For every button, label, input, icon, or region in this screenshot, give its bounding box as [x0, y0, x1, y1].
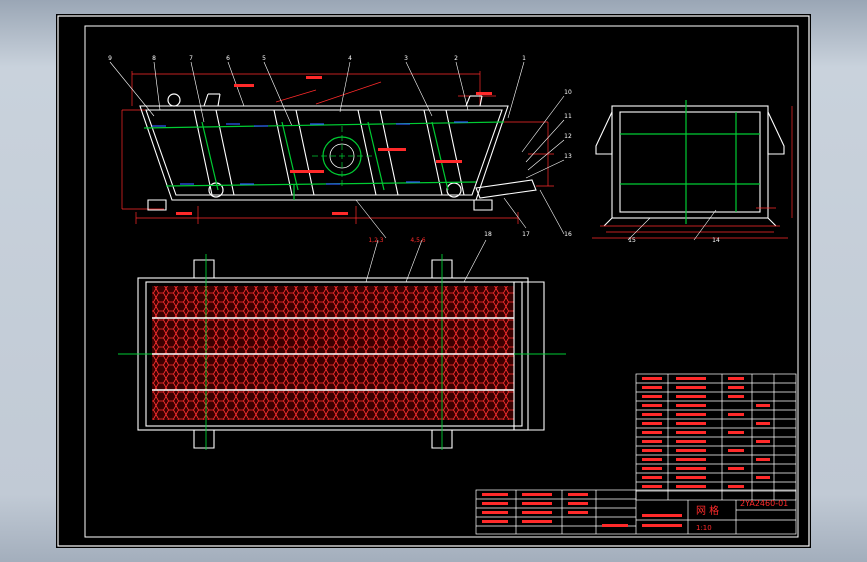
- part-callout-8: 8: [152, 55, 156, 62]
- part-callout-17: 17: [522, 231, 530, 238]
- part-callout-3: 3: [404, 55, 408, 62]
- title-block-text-marks: [482, 493, 682, 527]
- part-callout-16: 16: [564, 231, 572, 238]
- part-callout-14: 14: [712, 237, 720, 244]
- assembly-drawing: 网 格 2YA2460-01 1:10 9 8 7 6 5 4 3 2 1 10 11 12 13 14 1…: [57, 15, 810, 547]
- cad-viewport: 网 格 2YA2460-01 1:10 9 8 7 6 5 4 3 2 1 10 11 12 13 14 1…: [0, 0, 867, 562]
- part-callout-11: 11: [564, 113, 572, 120]
- part-callout-18: 18: [484, 231, 492, 238]
- section-callout-2: 4,5,6: [410, 237, 425, 244]
- plan-view: [118, 239, 566, 450]
- title-block-part-name: 网 格: [696, 504, 719, 517]
- part-callout-1: 1: [522, 55, 526, 62]
- part-callout-6: 6: [226, 55, 230, 62]
- section-callout-1: 1,2,3: [368, 237, 383, 244]
- title-block-drawing-number: 2YA2460-01: [740, 499, 788, 508]
- part-callout-15: 15: [628, 237, 636, 244]
- drawing-sheet[interactable]: 网 格 2YA2460-01 1:10 9 8 7 6 5 4 3 2 1 10 11 12 13 14 1…: [56, 14, 811, 548]
- part-callout-5: 5: [262, 55, 266, 62]
- part-callouts: 9 8 7 6 5 4 3 2 1 10 11 12 13 14 15 16 17 18 1,2,3 4,5,6: [108, 55, 720, 244]
- part-callout-9: 9: [108, 55, 112, 62]
- part-callout-12: 12: [564, 133, 572, 140]
- parts-list-text-marks: [642, 377, 770, 488]
- part-callout-2: 2: [454, 55, 458, 62]
- part-callout-4: 4: [348, 55, 352, 62]
- part-callout-10: 10: [564, 89, 572, 96]
- title-block-scale: 1:10: [696, 524, 712, 532]
- part-callout-13: 13: [564, 153, 572, 160]
- parts-list-table: [635, 373, 797, 501]
- part-callout-7: 7: [189, 55, 193, 62]
- end-view: [592, 100, 793, 241]
- side-elevation-view: [109, 61, 565, 239]
